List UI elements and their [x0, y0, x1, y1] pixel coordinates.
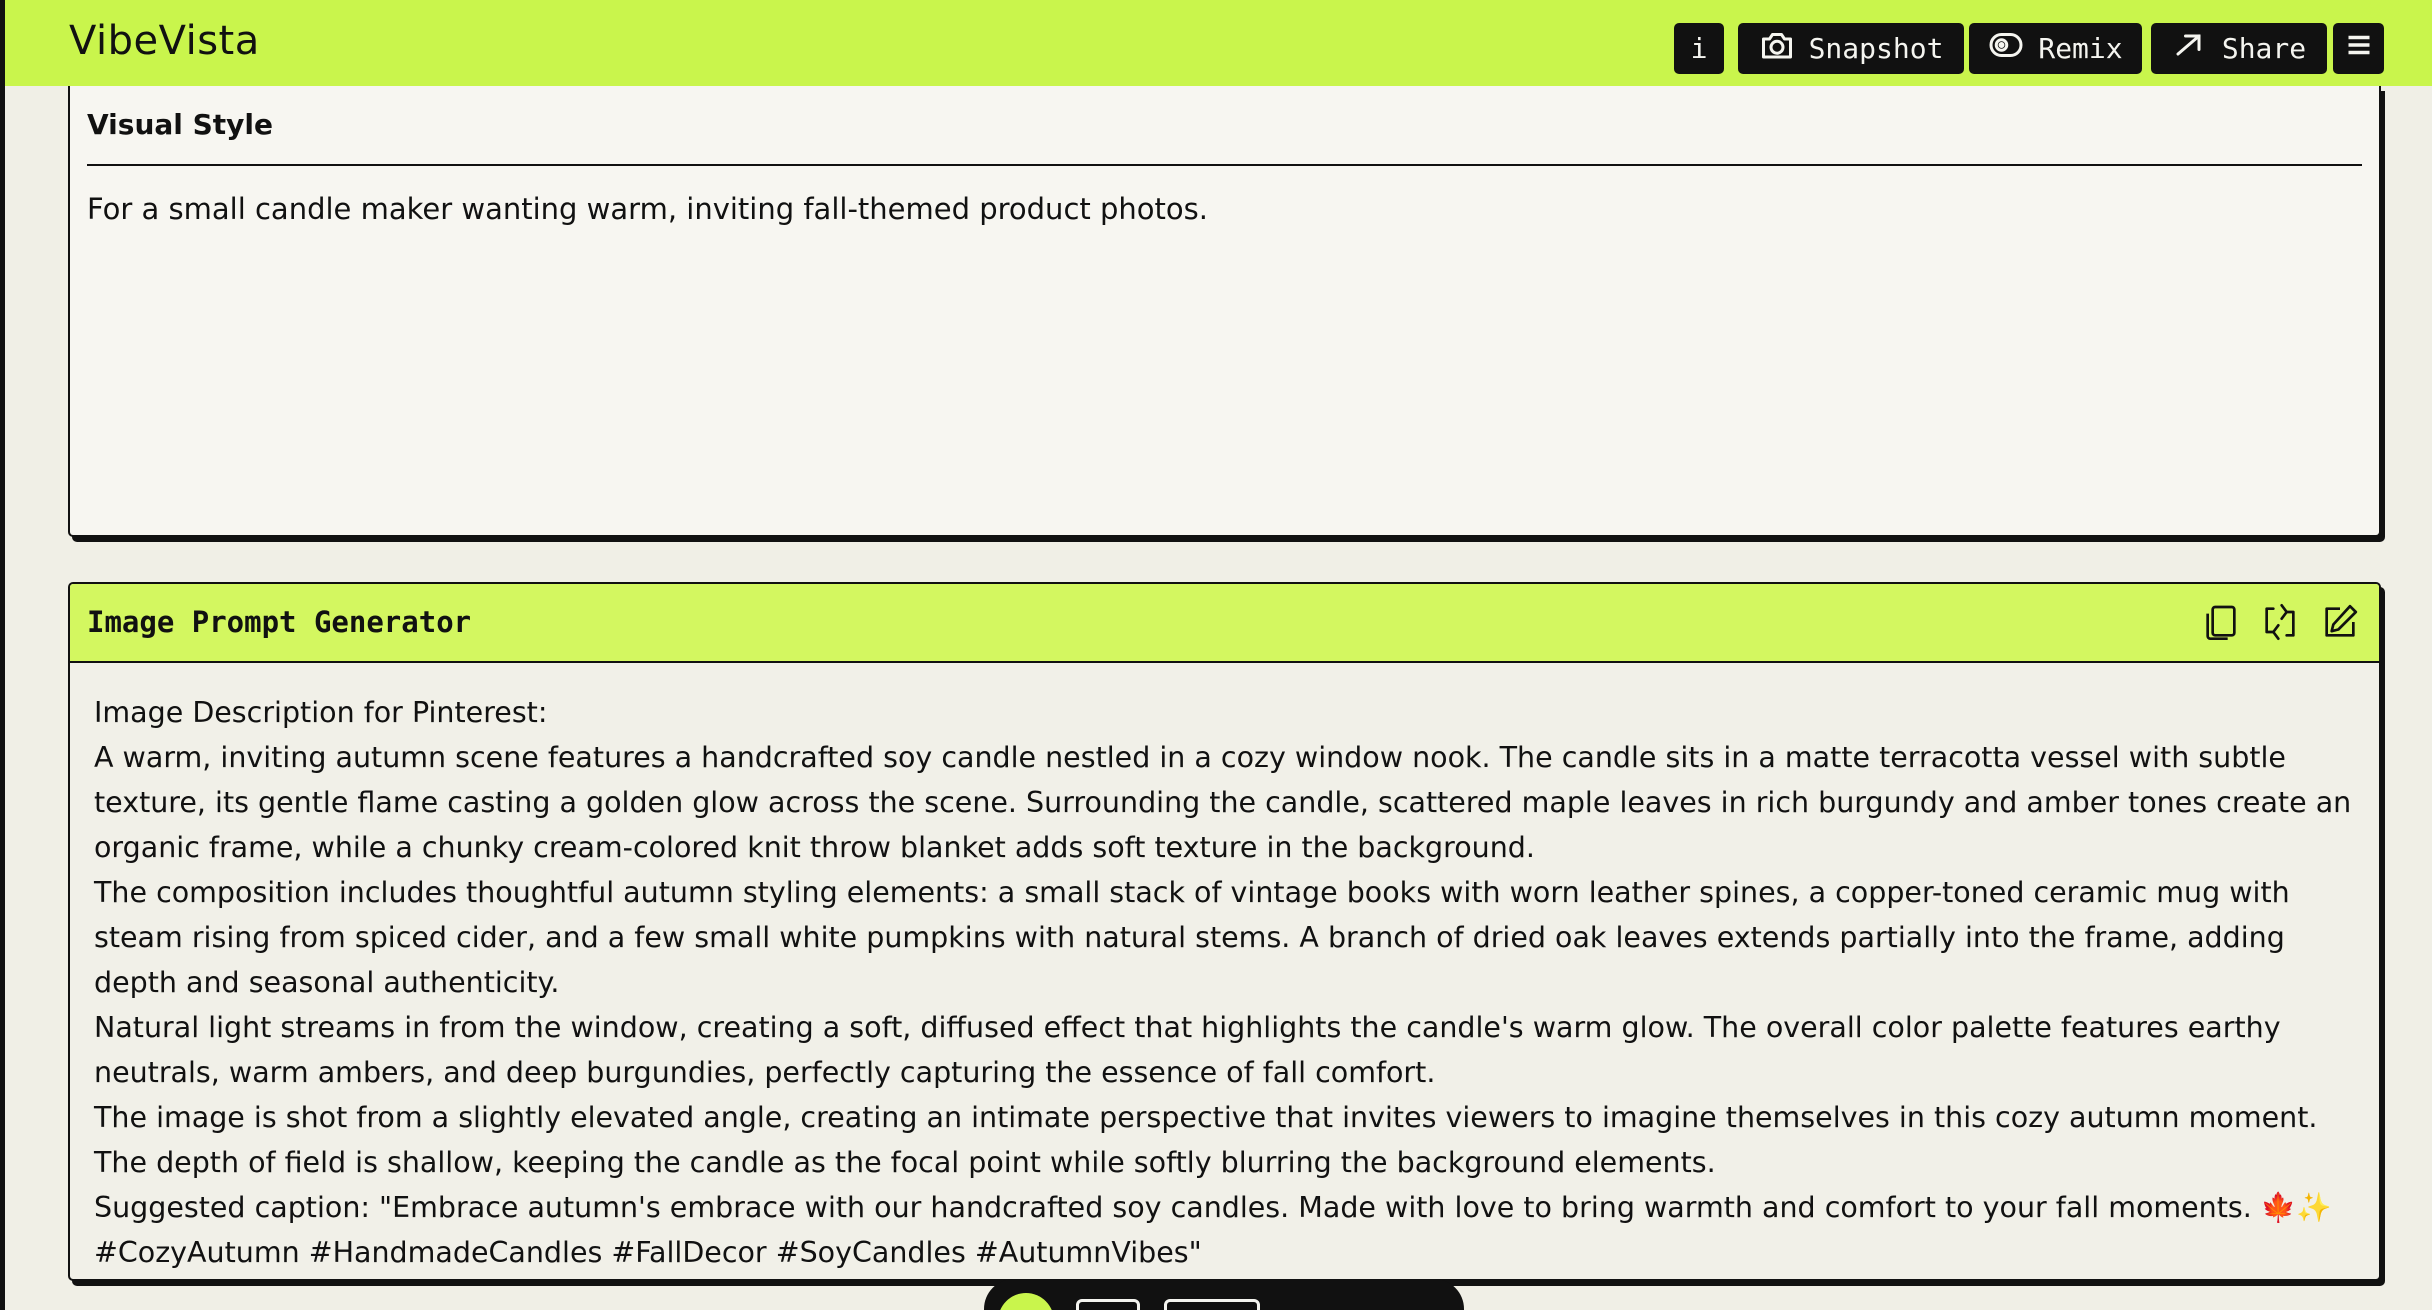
bottom-dock — [984, 1279, 1464, 1310]
image-prompt-generator-card: Image Prompt Generator Image Description… — [68, 582, 2381, 1281]
remix-icon — [1988, 27, 2024, 70]
play-button[interactable] — [998, 1293, 1054, 1310]
camera-icon — [1759, 27, 1795, 70]
window-edge — [0, 0, 5, 1310]
hamburger-menu-icon — [2341, 27, 2377, 70]
remix-button[interactable]: Remix — [1969, 23, 2142, 74]
dock-key[interactable] — [1164, 1299, 1260, 1310]
generator-title: Image Prompt Generator — [87, 605, 472, 639]
copy-icon — [2206, 605, 2236, 640]
edit-button[interactable] — [2320, 602, 2360, 642]
generated-prompt-text: Image Description for Pinterest: A warm,… — [94, 690, 2354, 1275]
share-button[interactable]: Share — [2151, 23, 2327, 74]
snapshot-label: Snapshot — [1808, 32, 1944, 65]
menu-button[interactable] — [2333, 23, 2384, 74]
regenerate-button[interactable] — [2260, 602, 2300, 642]
remix-label: Remix — [2038, 32, 2123, 65]
info-button[interactable]: i — [1674, 23, 1724, 74]
copy-button[interactable] — [2201, 602, 2241, 642]
share-arrow-icon — [2172, 27, 2208, 70]
divider — [87, 164, 2362, 166]
paragraph: Natural light streams in from the window… — [94, 1011, 2281, 1089]
visual-style-card: Visual Style For a small candle maker wa… — [68, 86, 2381, 537]
paragraph: A warm, inviting autumn scene features a… — [94, 741, 2352, 864]
top-bar: VibeVista i Snapshot Remix Share — [5, 0, 2432, 86]
paragraph: Image Description for Pinterest: — [94, 696, 548, 729]
visual-style-input[interactable]: For a small candle maker wanting warm, i… — [87, 192, 1208, 226]
generator-header: Image Prompt Generator — [70, 584, 2379, 663]
share-label: Share — [2221, 32, 2307, 65]
snapshot-button[interactable]: Snapshot — [1738, 23, 1964, 74]
regenerate-icon — [2265, 604, 2295, 640]
app-title: VibeVista — [69, 18, 260, 64]
paragraph: The composition includes thoughtful autu… — [94, 876, 2290, 999]
paragraph: Suggested caption: "Embrace autumn's emb… — [94, 1191, 2332, 1269]
paragraph: The image is shot from a slightly elevat… — [94, 1101, 2318, 1179]
dock-key[interactable] — [1076, 1299, 1140, 1310]
visual-style-title: Visual Style — [87, 108, 274, 141]
info-icon: i — [1690, 32, 1708, 65]
edit-icon — [2325, 604, 2358, 637]
